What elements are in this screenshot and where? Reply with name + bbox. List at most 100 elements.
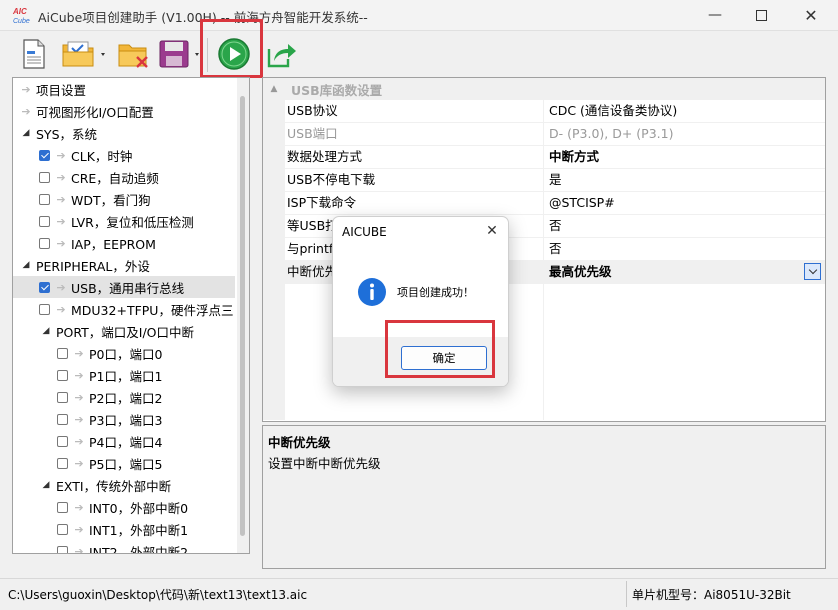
expand-toggle-icon[interactable]: ◢ bbox=[19, 260, 33, 270]
minimize-icon: — bbox=[708, 7, 722, 23]
tree-item-checkbox[interactable] bbox=[57, 347, 68, 359]
export-button[interactable] bbox=[264, 35, 300, 73]
tree-item[interactable]: ➔ P4口，端口4 bbox=[13, 430, 235, 452]
tree-item[interactable]: ◢ PERIPHERAL，外设 bbox=[13, 254, 235, 276]
property-value[interactable]: 否 bbox=[549, 215, 819, 237]
tree-item-label: INT1，外部中断1 bbox=[89, 522, 189, 538]
tree-item[interactable]: ➔ P5口，端口5 bbox=[13, 452, 235, 474]
dialog-title: AICUBE bbox=[342, 225, 387, 239]
tree-item[interactable]: ➔ P0口，端口0 bbox=[13, 342, 235, 364]
arrow-icon: ➔ bbox=[56, 192, 66, 206]
app-logo: AIC Cube bbox=[12, 5, 34, 25]
tree-item-label: INT2，外部中断2 bbox=[89, 544, 189, 554]
tree-item-checkbox[interactable] bbox=[39, 281, 50, 293]
tree-item[interactable]: ➔ INT1，外部中断1 bbox=[13, 518, 235, 540]
tree-item[interactable]: ➔ CRE，自动追频 bbox=[13, 166, 235, 188]
expand-toggle-icon[interactable]: ◢ bbox=[19, 128, 33, 138]
tree-item-checkbox[interactable] bbox=[57, 369, 68, 381]
save-disk-icon bbox=[159, 40, 199, 68]
close-project-button[interactable] bbox=[114, 35, 152, 73]
dialog-message: 项目创建成功！ bbox=[397, 286, 474, 299]
tree-scrollbar[interactable] bbox=[237, 78, 249, 553]
new-project-button[interactable] bbox=[18, 35, 50, 73]
property-row[interactable]: 数据处理方式 中断方式 bbox=[263, 146, 825, 169]
chip-model: 单片机型号：Ai8051U-32Bit bbox=[632, 588, 791, 602]
tree-item-label: IAP，EEPROM bbox=[71, 236, 156, 252]
tree-item[interactable]: ➔ CLK，时钟 bbox=[13, 144, 235, 166]
tree-item-checkbox[interactable] bbox=[57, 523, 68, 535]
grid-splitter[interactable] bbox=[543, 100, 544, 420]
property-value[interactable]: D- (P3.0), D+ (P3.1) bbox=[549, 123, 819, 145]
save-project-button[interactable] bbox=[156, 35, 204, 73]
tree-item-checkbox[interactable] bbox=[39, 171, 50, 183]
tree-item-checkbox[interactable] bbox=[57, 413, 68, 425]
arrow-icon: ➔ bbox=[74, 544, 84, 554]
property-value[interactable]: 中断方式 bbox=[549, 146, 819, 168]
property-row[interactable]: USB端口 D- (P3.0), D+ (P3.1) bbox=[263, 123, 825, 146]
tree-item-checkbox[interactable] bbox=[57, 501, 68, 513]
tree-item-checkbox[interactable] bbox=[57, 391, 68, 403]
highlight-ok-button bbox=[385, 320, 495, 378]
property-value[interactable]: 是 bbox=[549, 169, 819, 191]
expand-toggle-icon[interactable]: ◢ bbox=[39, 480, 53, 490]
tree-item-label: PERIPHERAL，外设 bbox=[36, 258, 150, 274]
arrow-icon: ➔ bbox=[21, 104, 31, 118]
tree-item-checkbox[interactable] bbox=[39, 303, 50, 315]
tree-item[interactable]: ➔ P3口，端口3 bbox=[13, 408, 235, 430]
tree-item[interactable]: ◢ SYS，系统 bbox=[13, 122, 235, 144]
open-project-button[interactable] bbox=[58, 35, 110, 73]
tree-item-checkbox[interactable] bbox=[39, 149, 50, 161]
dropdown-button[interactable] bbox=[804, 263, 821, 280]
tree-item-checkbox[interactable] bbox=[39, 193, 50, 205]
tree-item-label: P5口，端口5 bbox=[89, 456, 163, 472]
tree-item[interactable]: ➔ P2口，端口2 bbox=[13, 386, 235, 408]
tree-item[interactable]: ➔ WDT，看门狗 bbox=[13, 188, 235, 210]
open-folder-icon bbox=[62, 41, 105, 67]
tree-item-checkbox[interactable] bbox=[39, 215, 50, 227]
property-name: USB不停电下载 bbox=[287, 169, 544, 191]
property-row[interactable]: USB协议 CDC (通信设备类协议) bbox=[263, 100, 825, 123]
tree-item-label: EXTI，传统外部中断 bbox=[56, 478, 172, 494]
property-value[interactable]: 最高优先级 bbox=[549, 261, 819, 283]
project-path: C:\Users\guoxin\Desktop\代码\新\text13\text… bbox=[8, 588, 308, 602]
grid-category-header[interactable]: ▲ USB库函数设置 bbox=[263, 78, 825, 100]
description-text: 设置中断中断优先级 bbox=[268, 456, 381, 471]
tree-item[interactable]: ➔ MDU32+TFPU，硬件浮点三 bbox=[13, 298, 235, 320]
maximize-button[interactable] bbox=[738, 0, 784, 30]
property-value[interactable]: 否 bbox=[549, 238, 819, 260]
module-tree[interactable]: ➔ 项目设置 ➔ 可视图形化I/O口配置 ◢ SYS，系统 ➔ CLK，时钟 ➔ CRE，自动追频… bbox=[12, 77, 250, 554]
tree-item-checkbox[interactable] bbox=[39, 237, 50, 249]
dialog-close-button[interactable]: ✕ bbox=[481, 220, 503, 242]
maximize-icon bbox=[755, 9, 767, 21]
tree-item[interactable]: ➔ INT0，外部中断0 bbox=[13, 496, 235, 518]
tree-item-checkbox[interactable] bbox=[57, 435, 68, 447]
tree-item[interactable]: ◢ EXTI，传统外部中断 bbox=[13, 474, 235, 496]
property-row[interactable]: ISP下载命令 @STCISP# bbox=[263, 192, 825, 215]
property-row[interactable]: USB不停电下载是 bbox=[263, 169, 825, 192]
tree-item-checkbox[interactable] bbox=[57, 545, 68, 553]
property-value[interactable]: CDC (通信设备类协议) bbox=[549, 100, 819, 122]
tree-item[interactable]: ➔ INT2，外部中断2 bbox=[13, 540, 235, 554]
tree-item-label: CLK，时钟 bbox=[71, 148, 133, 164]
minimize-button[interactable]: — bbox=[692, 0, 738, 30]
tree-scroll-thumb[interactable] bbox=[240, 96, 245, 536]
title-bar: AIC Cube AiCube项目创建助手 (V1.00H) -- 前海方舟智能… bbox=[0, 0, 838, 31]
expand-toggle-icon[interactable]: ◢ bbox=[39, 326, 53, 336]
close-folder-icon bbox=[118, 44, 148, 68]
tree-item[interactable]: ➔ USB，通用串行总线 bbox=[13, 276, 235, 298]
tree-item[interactable]: ➔ IAP，EEPROM bbox=[13, 232, 235, 254]
collapse-icon[interactable]: ▲ bbox=[263, 84, 285, 94]
tree-item[interactable]: ➔ LVR，复位和低压检测 bbox=[13, 210, 235, 232]
close-window-button[interactable]: ✕ bbox=[784, 0, 838, 30]
tree-item-label: SYS，系统 bbox=[36, 126, 98, 142]
tree-item-label: USB，通用串行总线 bbox=[71, 280, 185, 296]
tree-item-label: P3口，端口3 bbox=[89, 412, 163, 428]
tree-item-label: WDT，看门狗 bbox=[71, 192, 151, 208]
tree-item-checkbox[interactable] bbox=[57, 457, 68, 469]
tree-item[interactable]: ◢ PORT，端口及I/O口中断 bbox=[13, 320, 235, 342]
tree-item[interactable]: ➔ 项目设置 bbox=[13, 78, 235, 100]
tree-item[interactable]: ➔ P1口，端口1 bbox=[13, 364, 235, 386]
arrow-icon: ➔ bbox=[74, 500, 84, 514]
property-value[interactable]: @STCISP# bbox=[549, 192, 819, 214]
tree-item[interactable]: ➔ 可视图形化I/O口配置 bbox=[13, 100, 235, 122]
